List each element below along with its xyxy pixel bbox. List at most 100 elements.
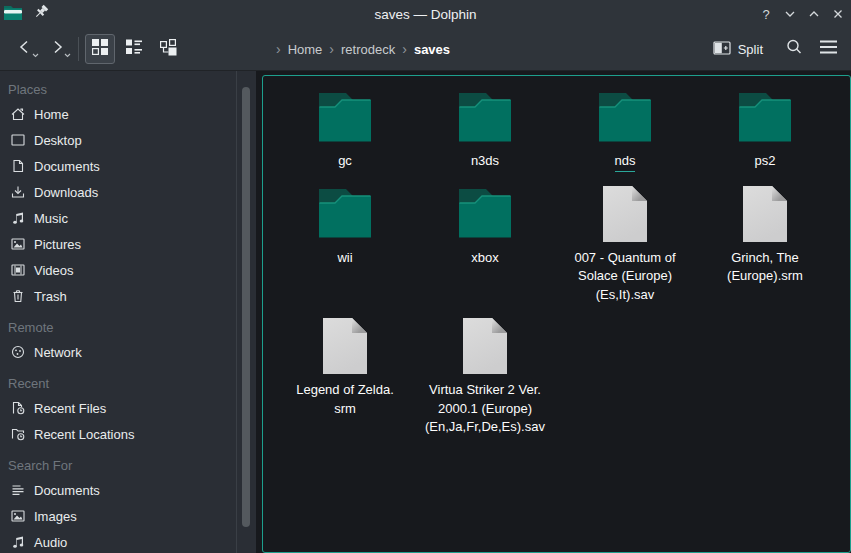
sidebar-groove — [236, 71, 237, 553]
sidebar-section-header: Places — [0, 79, 256, 101]
search-documents-icon — [10, 482, 26, 498]
split-icon — [713, 40, 731, 59]
sidebar-item-label: Documents — [34, 159, 100, 174]
folder-item[interactable]: xbox — [415, 187, 555, 305]
sidebar-item-videos[interactable]: Videos — [0, 257, 256, 283]
sidebar-item-desktop[interactable]: Desktop — [0, 127, 256, 153]
sidebar-item-music[interactable]: Music — [0, 205, 256, 231]
folder-icon — [319, 93, 371, 146]
maximize-icon[interactable] — [802, 0, 826, 28]
home-icon — [10, 106, 26, 122]
documents-icon — [10, 158, 26, 174]
breadcrumb-item-retrodeck[interactable]: retrodeck — [341, 42, 395, 57]
folder-icon — [739, 93, 791, 146]
sidebar-item-label: Music — [34, 211, 68, 226]
sidebar-item-images[interactable]: Images — [0, 503, 256, 529]
item-label: n3ds — [471, 152, 499, 171]
sidebar-item-documents[interactable]: Documents — [0, 477, 256, 503]
close-icon[interactable] — [826, 0, 850, 28]
item-label: Legend of Zelda. srm — [296, 381, 394, 418]
file-icon — [742, 185, 788, 247]
file-item[interactable]: 007 - Quantum of Solace (Europe) (Es,It)… — [555, 187, 695, 305]
recent-locations-icon — [10, 426, 26, 442]
breadcrumb-item-saves[interactable]: saves — [414, 42, 450, 57]
search-icon — [785, 38, 803, 60]
sidebar-section-header: Recent — [0, 373, 256, 395]
folder-icon — [319, 189, 371, 242]
toolbar-separator — [78, 37, 79, 61]
sidebar-item-recent-locations[interactable]: Recent Locations — [0, 421, 256, 447]
compact-view-icon — [125, 38, 143, 60]
split-label: Split — [738, 42, 763, 57]
item-label: Virtua Striker 2 Ver. 2000.1 (Europe) (E… — [425, 381, 545, 437]
titlebar: saves — Dolphin ? — [0, 0, 851, 28]
sidebar-item-label: Downloads — [34, 185, 98, 200]
sidebar-item-label: Images — [34, 509, 77, 524]
forward-button[interactable] — [42, 34, 72, 64]
folder-item[interactable]: wii — [275, 187, 415, 305]
folder-item[interactable]: gc — [275, 90, 415, 172]
icons-view-button[interactable] — [85, 34, 115, 64]
sidebar-item-label: Trash — [34, 289, 67, 304]
file-icon — [602, 185, 648, 247]
compact-view-button[interactable] — [119, 34, 149, 64]
sidebar-item-audio[interactable]: Audio — [0, 529, 256, 553]
dolphin-app-icon — [3, 3, 23, 25]
folder-icon — [459, 93, 511, 146]
hamburger-icon — [819, 39, 838, 59]
search-button[interactable] — [785, 38, 803, 60]
sidebar-item-trash[interactable]: Trash — [0, 283, 256, 309]
images-icon — [10, 508, 26, 524]
window-title: saves — Dolphin — [0, 7, 851, 22]
forward-dropdown-icon[interactable] — [64, 44, 71, 62]
back-button[interactable] — [10, 34, 40, 64]
view-frame: gc n3ds nds ps2 wii xbox 007 - Quantum of Sola… — [262, 75, 851, 553]
folder-item[interactable]: ps2 — [695, 90, 835, 172]
sidebar-item-label: Network — [34, 345, 82, 360]
sidebar-item-downloads[interactable]: Downloads — [0, 179, 256, 205]
breadcrumb-separator-icon: › — [395, 41, 414, 57]
desktop-icon — [10, 132, 26, 148]
network-icon — [10, 344, 26, 360]
split-button[interactable]: Split — [713, 40, 763, 59]
sidebar-item-label: Documents — [34, 483, 100, 498]
folder-item[interactable]: nds — [555, 90, 695, 172]
sidebar-scrollbar[interactable] — [242, 87, 250, 527]
music-icon — [10, 210, 26, 226]
sidebar-item-network[interactable]: Network — [0, 339, 256, 365]
item-label: xbox — [471, 249, 498, 268]
sidebar-section-header: Search For — [0, 455, 256, 477]
icons-view-icon — [91, 38, 109, 60]
file-item[interactable]: Virtua Striker 2 Ver. 2000.1 (Europe) (E… — [415, 319, 555, 437]
breadcrumb-separator-icon: › — [322, 41, 341, 57]
folder-item[interactable]: n3ds — [415, 90, 555, 172]
item-label: Grinch, The (Europe).srm — [727, 249, 803, 286]
downloads-icon — [10, 184, 26, 200]
audio-icon — [10, 534, 26, 550]
places-panel: PlacesHomeDesktop Documents Downloads Music… — [0, 71, 256, 553]
breadcrumb-item-home[interactable]: Home — [288, 42, 323, 57]
item-label: 007 - Quantum of Solace (Europe) (Es,It)… — [574, 249, 675, 305]
minimize-icon[interactable] — [778, 0, 802, 28]
file-item[interactable]: Grinch, The (Europe).srm — [695, 187, 835, 305]
folder-view: gc n3ds nds ps2 wii xbox 007 - Quantum of Sola… — [256, 71, 851, 553]
sidebar-item-recent-files[interactable]: Recent Files — [0, 395, 256, 421]
item-label: nds — [615, 152, 636, 172]
pin-icon[interactable] — [32, 4, 49, 25]
sidebar-item-label: Recent Locations — [34, 427, 134, 442]
videos-icon — [10, 262, 26, 278]
menu-button[interactable] — [819, 39, 838, 59]
file-icon — [322, 317, 368, 379]
pictures-icon — [10, 236, 26, 252]
breadcrumb: ›Home›retrodeck›saves — [269, 41, 450, 57]
sidebar-item-home[interactable]: Home — [0, 101, 256, 127]
details-view-button[interactable] — [153, 34, 183, 64]
help-icon[interactable]: ? — [754, 0, 778, 28]
svg-text:?: ? — [762, 7, 769, 22]
toolbar: ›Home›retrodeck›saves Split — [0, 28, 851, 71]
sidebar-item-label: Videos — [34, 263, 74, 278]
file-item[interactable]: Legend of Zelda. srm — [275, 319, 415, 437]
sidebar-item-documents[interactable]: Documents — [0, 153, 256, 179]
sidebar-item-pictures[interactable]: Pictures — [0, 231, 256, 257]
back-dropdown-icon[interactable] — [32, 44, 39, 62]
